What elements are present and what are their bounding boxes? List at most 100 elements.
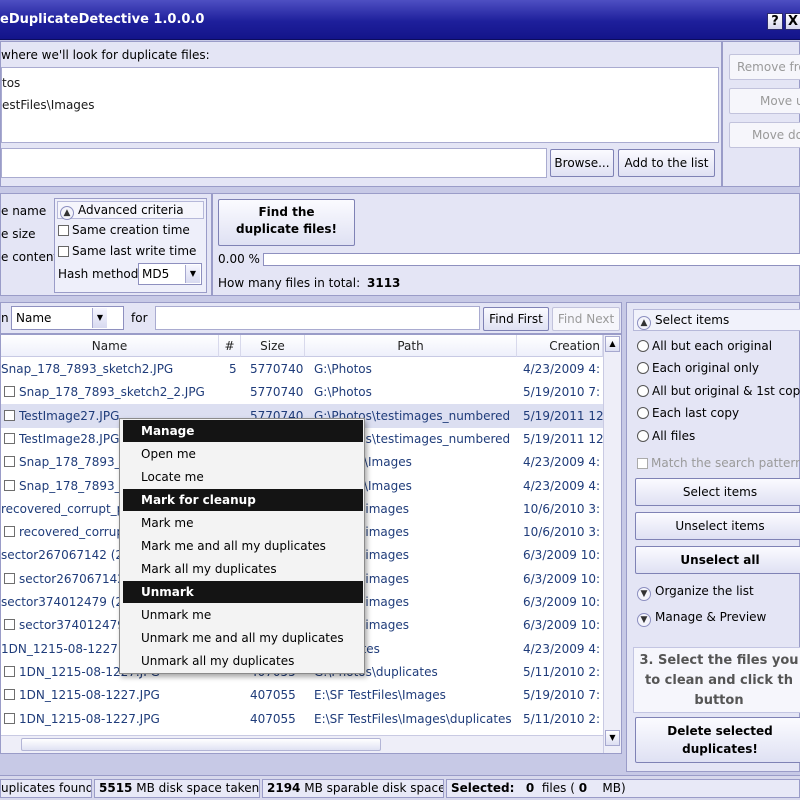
radio-each-last-copy[interactable]: Each last copy [637, 406, 739, 420]
table-row[interactable]: Snap_178_7893_sketch2.JPG 5 5770740 G:\Phot… [1, 357, 603, 381]
cell-created: 6/3/2009 10: [523, 618, 601, 633]
chevron-up-icon: ▲ [60, 206, 74, 220]
menu-item-unmark-me[interactable]: Unmark me [123, 604, 363, 626]
same-content-criterion[interactable]: e content [1, 250, 58, 264]
location-item[interactable]: estFiles\Images [2, 98, 95, 112]
cell-size: 407055 [250, 711, 296, 726]
row-checkbox[interactable] [4, 432, 15, 444]
row-checkbox[interactable] [4, 456, 15, 468]
row-checkbox[interactable] [4, 409, 15, 421]
option-label: Each original only [652, 361, 760, 375]
table-row[interactable]: 1DN_1215-08-1227.JPG 407055 E:\SF TestFile… [1, 707, 603, 731]
checkbox-icon[interactable] [637, 458, 648, 469]
organize-list-label: Organize the list [655, 584, 754, 598]
move-up-button[interactable]: Move u [729, 88, 800, 114]
row-checkbox[interactable] [4, 619, 15, 631]
match-search-pattern-option[interactable]: Match the search pattern [637, 456, 800, 470]
row-checkbox[interactable] [4, 526, 15, 538]
radio-icon[interactable] [637, 385, 649, 397]
browse-button[interactable]: Browse... [550, 149, 614, 177]
checkbox-icon[interactable] [58, 246, 69, 257]
menu-item-mark-all[interactable]: Mark all my duplicates [123, 558, 363, 580]
radio-icon[interactable] [637, 362, 649, 374]
menu-item-unmark-me-all[interactable]: Unmark me and all my duplicates [123, 627, 363, 649]
for-label: for [131, 311, 148, 325]
locations-panel: where we'll look for duplicate files: to… [0, 41, 722, 187]
locations-list[interactable]: tos estFiles\Images [1, 67, 719, 143]
menu-item-mark-me-all[interactable]: Mark me and all my duplicates [123, 535, 363, 557]
radio-icon[interactable] [637, 340, 649, 352]
same-size-criterion[interactable]: e size [1, 227, 35, 241]
radio-each-original[interactable]: Each original only [637, 361, 759, 375]
table-row[interactable]: Snap_178_7893_sketch2_2.JPG 5770740 G:\Pho… [1, 380, 603, 404]
selected-mb: 0 [578, 781, 588, 795]
same-name-criterion[interactable]: e name [1, 204, 46, 218]
radio-all-but-original-first-copy[interactable]: All but original & 1st cop [637, 384, 800, 398]
cell-name: Snap_178_7893_sketch2.JPG [1, 362, 174, 376]
find-duplicates-button[interactable]: Find the duplicate files! [218, 199, 355, 246]
cell-created: 4/23/2009 4: [523, 362, 601, 376]
radio-all-files[interactable]: All files [637, 429, 695, 443]
help-button[interactable]: ? [767, 13, 783, 30]
close-button[interactable]: X [785, 13, 800, 30]
radio-icon[interactable] [637, 407, 649, 419]
context-menu: Manage Open me Locate me Mark for cleanu… [119, 418, 365, 674]
unselect-items-button[interactable]: Unselect items [635, 512, 800, 540]
hash-method-select[interactable]: MD5 ▼ [138, 263, 202, 285]
progress-bar [263, 253, 800, 266]
checkbox-icon[interactable] [58, 225, 69, 236]
column-header-count[interactable]: # [219, 335, 241, 357]
column-header-path[interactable]: Path [305, 335, 517, 357]
unselect-all-button[interactable]: Unselect all [635, 546, 800, 574]
menu-item-unmark-all[interactable]: Unmark all my duplicates [123, 650, 363, 672]
vertical-scrollbar[interactable]: ▲ ▼ [603, 335, 621, 753]
search-text-input[interactable] [155, 306, 480, 330]
scroll-down-arrow-icon[interactable]: ▼ [605, 730, 620, 746]
menu-item-locate[interactable]: Locate me [123, 466, 363, 488]
menu-item-open[interactable]: Open me [123, 443, 363, 465]
select-items-button[interactable]: Select items [635, 478, 800, 506]
radio-icon[interactable] [637, 430, 649, 442]
delete-selected-button[interactable]: Delete selected duplicates! [635, 717, 800, 763]
horizontal-scroll-thumb[interactable] [21, 738, 381, 751]
dropdown-arrow-icon: ▼ [185, 265, 200, 283]
move-down-button[interactable]: Move do [729, 122, 800, 148]
column-header-creation[interactable]: Creation [517, 335, 603, 357]
menu-item-mark-me[interactable]: Mark me [123, 512, 363, 534]
same-creation-time-option[interactable]: Same creation time [58, 223, 190, 237]
row-checkbox[interactable] [4, 572, 15, 584]
location-path-input[interactable] [1, 148, 547, 178]
cell-path: E:\SF TestFiles\Images\duplicates [314, 711, 512, 726]
search-field-select[interactable]: Name ▼ [11, 306, 124, 330]
location-item[interactable]: tos [2, 76, 20, 90]
selected-label: Selected: [451, 781, 515, 795]
horizontal-scrollbar[interactable] [1, 735, 603, 753]
row-checkbox[interactable] [4, 386, 15, 398]
find-first-button[interactable]: Find First [483, 307, 549, 331]
disk-space-value: 5515 [99, 781, 133, 795]
found-label: uplicates found [1, 781, 92, 795]
row-checkbox[interactable] [4, 712, 15, 724]
add-to-list-button[interactable]: Add to the list [618, 149, 715, 177]
row-checkbox[interactable] [4, 665, 15, 677]
cell-size: 5770740 [250, 362, 304, 376]
table-row[interactable]: 1DN_1215-08-1227.JPG 407055 E:\SF TestFile… [1, 683, 603, 707]
radio-all-but-original[interactable]: All but each original [637, 339, 772, 353]
row-checkbox[interactable] [4, 479, 15, 491]
remove-from-list-button[interactable]: Remove fro [729, 54, 800, 80]
column-header-name[interactable]: Name [1, 335, 219, 357]
location-actions-panel: Remove fro Move u Move do [722, 41, 800, 187]
same-write-time-option[interactable]: Same last write time [58, 244, 196, 258]
find-next-button[interactable]: Find Next [552, 307, 620, 331]
row-checkbox[interactable] [4, 689, 15, 701]
cell-created: 6/3/2009 10: [523, 548, 601, 563]
cell-created: 4/23/2009 4: [523, 478, 601, 493]
manage-preview-expander[interactable]: ▼ Manage & Preview [637, 610, 766, 627]
scroll-up-arrow-icon[interactable]: ▲ [605, 336, 620, 352]
select-items-header[interactable]: ▲ Select items [633, 309, 800, 331]
cell-created: 10/6/2010 3: [523, 525, 601, 540]
organize-list-expander[interactable]: ▼ Organize the list [637, 584, 754, 601]
column-header-size[interactable]: Size [241, 335, 305, 357]
option-label: All but each original [652, 339, 773, 353]
advanced-criteria-header[interactable]: ▲ Advanced criteria [57, 201, 204, 220]
